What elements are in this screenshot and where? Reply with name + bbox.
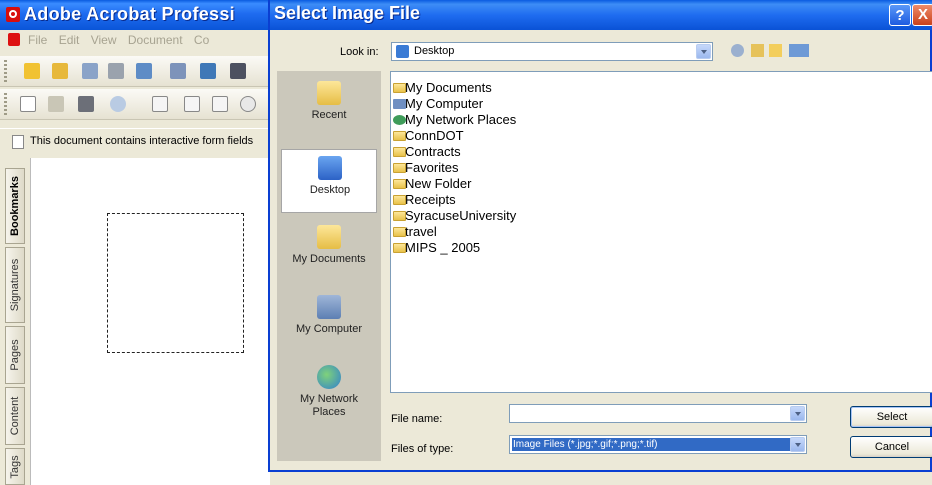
files-of-type-value: Image Files (*.jpg;*.gif;*.png;*.tif) [512,438,791,451]
network-places-icon [317,365,341,389]
navigation-panel-tabs: Bookmarks Signatures Pages Content Tags [0,158,31,485]
new-folder-icon[interactable] [769,44,782,57]
file-name: My Documents [405,80,492,95]
acrobat-menu-bar: File Edit View Document Co [0,30,270,50]
select-image-file-dialog: Select Image File ? X Look in: Desktop R… [268,0,932,472]
select-button[interactable]: Select [850,406,932,428]
menu-comments[interactable]: Co [194,33,209,47]
up-folder-icon[interactable] [751,44,764,57]
file-name: New Folder [405,176,472,191]
tab-bookmarks[interactable]: Bookmarks [5,168,25,244]
files-of-type-dropdown[interactable]: Image Files (*.jpg;*.gif;*.png;*.tif) [509,435,807,454]
fit-page-icon[interactable] [184,96,200,112]
tab-pages-label: Pages [9,339,21,371]
view-menu-icon[interactable] [789,44,809,57]
snapshot-icon[interactable] [78,96,94,112]
place-recent-label: Recent [311,109,347,121]
menu-document[interactable]: Document [128,33,183,47]
menu-edit[interactable]: Edit [59,33,80,47]
place-my-computer-label: My Computer [295,323,363,335]
my-documents-icon [317,225,341,249]
place-my-computer[interactable]: My Computer [281,289,377,353]
tab-signatures-label: Signatures [9,258,21,312]
chevron-down-icon[interactable] [790,437,805,452]
tab-content-label: Content [9,396,21,436]
tab-tags-label: Tags [9,454,21,479]
toolbar-grip[interactable] [4,60,7,82]
form-fields-notice: This document contains interactive form … [0,128,270,155]
chevron-down-icon[interactable] [696,44,711,59]
file-name: SyracuseUniversity [405,208,517,223]
place-my-network-places[interactable]: My Network Places [281,359,377,431]
chevron-down-icon[interactable] [790,406,805,421]
desktop-icon [396,45,409,58]
file-name: Favorites [405,160,459,175]
attach-icon[interactable] [170,63,186,79]
place-desktop[interactable]: Desktop [281,149,377,213]
notice-text: This document contains interactive form … [30,135,254,147]
tab-pages[interactable]: Pages [5,326,25,384]
places-bar: Recent Desktop My Documents My Computer … [277,71,381,461]
cancel-button[interactable]: Cancel [850,436,932,458]
tab-bookmarks-label: Bookmarks [9,176,21,236]
look-in-label: Look in: [340,46,379,58]
open-icon[interactable] [52,63,68,79]
look-in-dropdown[interactable]: Desktop [391,42,713,61]
tab-content[interactable]: Content [5,387,25,445]
dialog-title-bar[interactable]: Select Image File ? X [270,0,932,30]
file-name: MIPS _ 2005 [405,240,481,255]
zoom-out-icon[interactable] [240,96,256,112]
tab-signatures[interactable]: Signatures [5,247,25,323]
file-list[interactable]: My Documents My Computer My Network Plac… [390,71,932,393]
file-name-input[interactable] [509,404,807,423]
file-name: Contracts [405,144,461,159]
dialog-title: Select Image File [274,3,421,23]
place-desktop-label: Desktop [309,184,351,196]
file-name: ConnDOT [405,128,464,143]
document-icon [12,135,24,149]
place-my-documents-label: My Documents [292,253,366,265]
menu-view[interactable]: View [91,33,117,47]
file-name: Receipts [405,192,456,207]
toolbar-grip[interactable] [4,93,7,115]
menu-file[interactable]: File [28,33,47,47]
files-of-type-label: Files of type: [391,443,454,455]
save-icon[interactable] [82,63,98,79]
desktop-icon [318,156,342,180]
tab-tags[interactable]: Tags [5,448,25,485]
print-icon[interactable] [108,63,124,79]
help-button[interactable]: ? [889,4,911,26]
hand-tool-icon[interactable] [20,96,36,112]
file-name: My Computer [405,96,484,111]
my-computer-icon [317,295,341,319]
look-in-value: Desktop [414,45,455,57]
zoom-icon[interactable] [110,96,126,112]
acrobat-title: Adobe Acrobat Professi [24,4,235,24]
create-pdf-icon[interactable] [24,63,40,79]
place-my-network-places-label: My Network Places [299,393,359,418]
image-form-field[interactable] [107,213,244,353]
actual-size-icon[interactable] [152,96,168,112]
acrobat-toolbar-file [0,56,270,87]
file-name-label: File name: [391,413,443,425]
place-recent[interactable]: Recent [281,75,377,139]
close-button[interactable]: X [912,4,932,26]
file-name: My Network Places [405,112,517,127]
acrobat-logo-icon [6,7,20,22]
back-icon[interactable] [731,44,744,57]
acrobat-toolbar-tools [0,89,270,120]
select-tool-icon[interactable] [48,96,64,112]
file-name: travel [405,224,437,239]
recent-icon [317,81,341,105]
place-my-documents[interactable]: My Documents [281,219,377,283]
fit-width-icon[interactable] [212,96,228,112]
search-icon[interactable] [230,63,246,79]
acrobat-doc-icon [8,33,20,46]
organizer-icon[interactable] [136,63,152,79]
email-icon[interactable] [200,63,216,79]
